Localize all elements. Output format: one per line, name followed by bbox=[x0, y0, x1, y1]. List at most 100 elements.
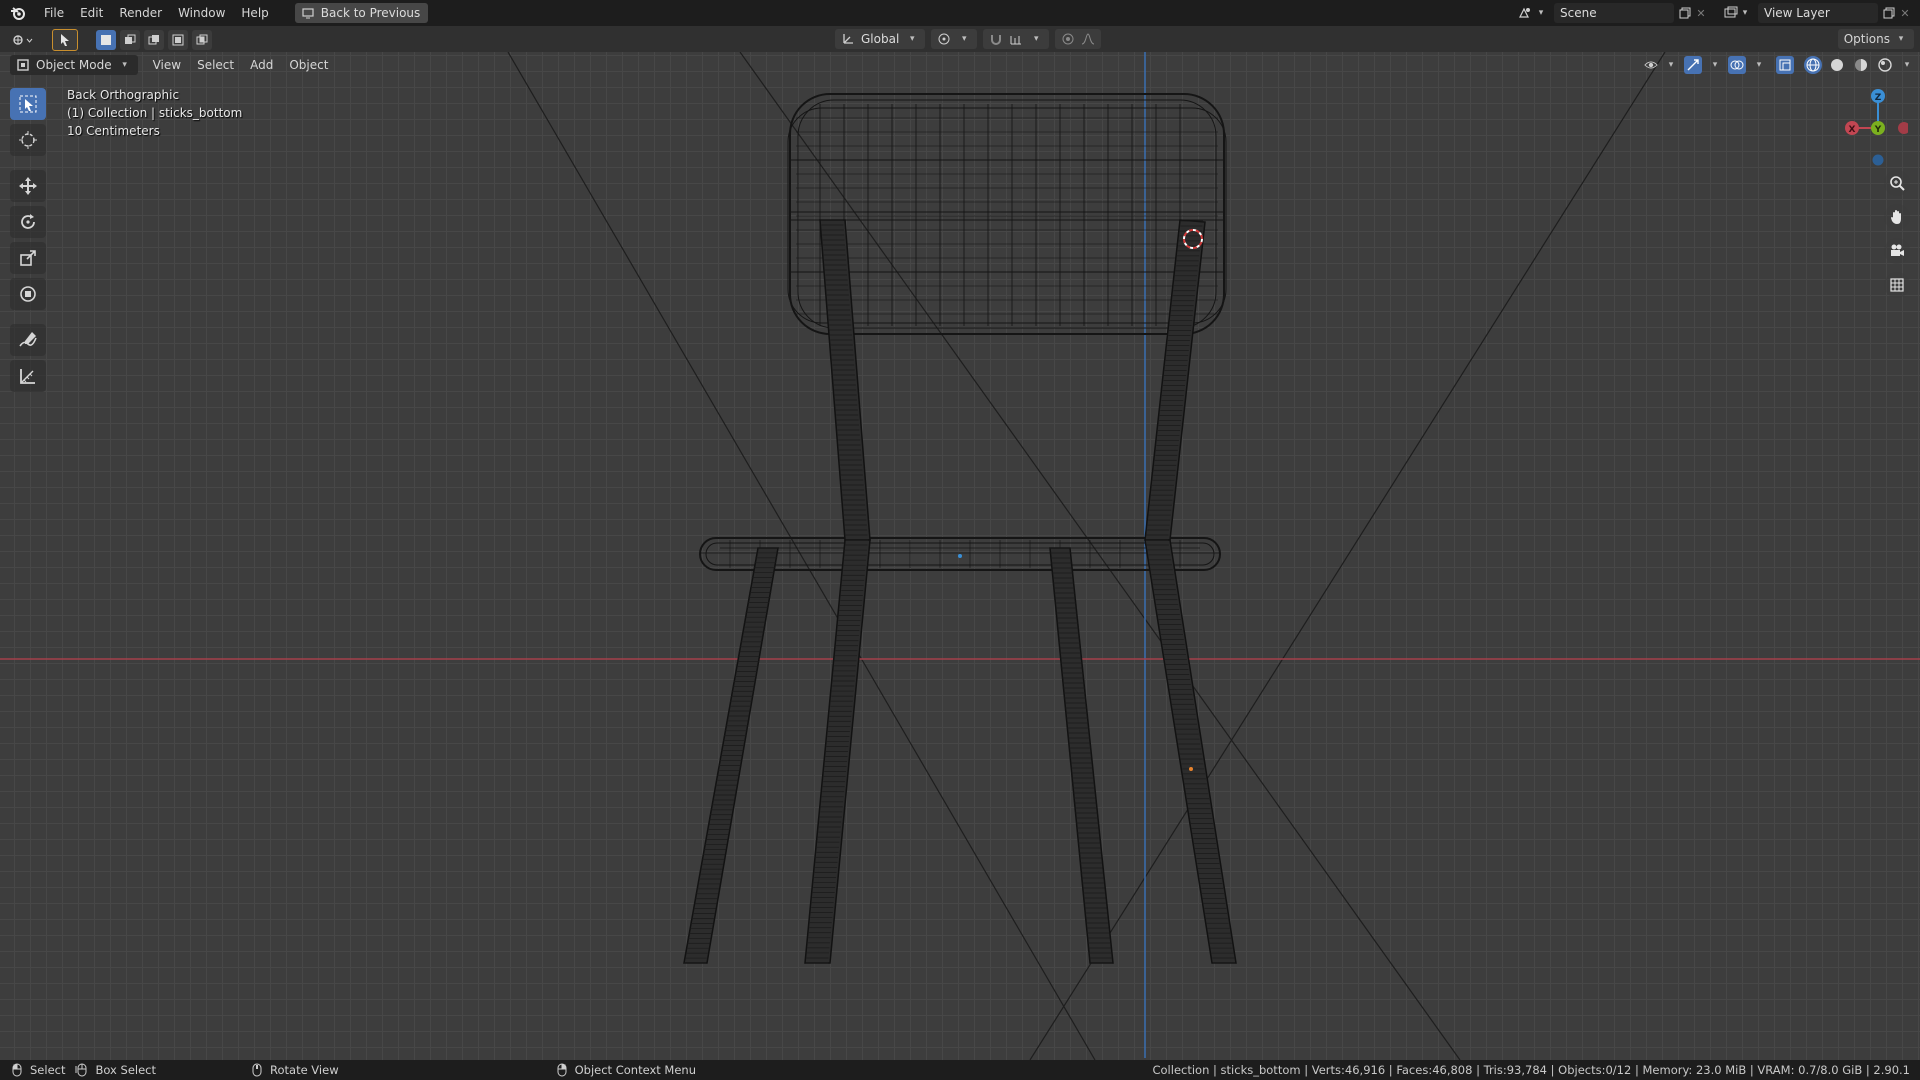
status-select-label: Select bbox=[30, 1063, 66, 1077]
xray-toggle-icon[interactable] bbox=[1776, 56, 1794, 74]
transform-orientation-value: Global bbox=[861, 32, 900, 46]
viewport-shading-tools: ▾ ▾ ▾ ▾ bbox=[1644, 55, 1914, 75]
transform-orientation-dropdown[interactable]: Global ▾ bbox=[835, 29, 926, 49]
chevron-down-icon[interactable]: ▾ bbox=[1900, 58, 1914, 72]
viewport-menu-view[interactable]: View bbox=[146, 55, 188, 75]
top-menubar: File Edit Render Window Help Back to Pre… bbox=[0, 0, 1920, 26]
annotate-tool-button[interactable] bbox=[10, 324, 46, 356]
zoom-icon[interactable] bbox=[1884, 170, 1910, 196]
mode-invert-selection-button[interactable] bbox=[168, 30, 188, 50]
scene-selector-group: ▾ Scene ✕ ▾ View Layer ✕ bbox=[1518, 0, 1920, 26]
select-tool-button[interactable] bbox=[52, 29, 78, 51]
new-view-layer-icon[interactable] bbox=[1882, 6, 1896, 20]
scene-wireframe bbox=[0, 52, 1920, 1060]
scene-icon[interactable] bbox=[1518, 6, 1532, 20]
scale-tool-button[interactable] bbox=[10, 242, 46, 274]
viewport-header: Object Mode ▾ View Select Add Object bbox=[10, 55, 335, 75]
object-mode-icon bbox=[16, 58, 30, 72]
viewport-menu-object[interactable]: Object bbox=[282, 55, 335, 75]
mouse-right-icon bbox=[555, 1063, 569, 1077]
menu-edit[interactable]: Edit bbox=[72, 2, 111, 24]
proportional-editing-dropdown[interactable] bbox=[1055, 29, 1102, 49]
menu-window[interactable]: Window bbox=[170, 2, 233, 24]
magnet-icon bbox=[989, 32, 1003, 46]
rotate-tool-button[interactable] bbox=[10, 206, 46, 238]
snap-dropdown[interactable]: ▾ bbox=[983, 29, 1050, 49]
mode-extend-selection-button[interactable] bbox=[120, 30, 140, 50]
tool-settings-header: Global ▾ ▾ ▾ Options ▾ bbox=[0, 26, 1920, 52]
select-box-tool-button[interactable] bbox=[10, 88, 46, 120]
chevron-down-icon: ▾ bbox=[1898, 34, 1904, 44]
camera-view-icon[interactable] bbox=[1884, 238, 1910, 264]
viewport-menu-add[interactable]: Add bbox=[243, 55, 280, 75]
left-toolbar bbox=[10, 88, 46, 392]
chair-legs bbox=[683, 219, 1237, 964]
status-box-select: Box Select bbox=[75, 1063, 156, 1077]
mode-subtract-selection-button[interactable] bbox=[144, 30, 164, 50]
snap-increment-icon bbox=[1009, 32, 1023, 46]
transform-orientation-icon bbox=[841, 32, 855, 46]
status-box-select-label: Box Select bbox=[95, 1063, 156, 1077]
wireframe-shading-icon[interactable] bbox=[1804, 56, 1822, 74]
scene-name: Scene bbox=[1560, 6, 1597, 20]
chevron-down-icon[interactable]: ▾ bbox=[1708, 58, 1722, 72]
scene-statistics: Collection | sticks_bottom | Verts:46,91… bbox=[1152, 1063, 1910, 1077]
menu-render[interactable]: Render bbox=[111, 2, 170, 24]
solid-shading-icon[interactable] bbox=[1828, 56, 1846, 74]
status-bar: Select Box Select Rotate View Object Con… bbox=[0, 1060, 1920, 1080]
pivot-point-icon bbox=[937, 32, 951, 46]
viewport-navigation-tools bbox=[1884, 170, 1910, 298]
cursor-tool-button[interactable] bbox=[10, 124, 46, 156]
3d-viewport[interactable] bbox=[0, 52, 1920, 1060]
chair-backrest bbox=[787, 93, 1227, 335]
editor-type-button[interactable] bbox=[8, 30, 38, 50]
options-dropdown[interactable]: Options ▾ bbox=[1837, 29, 1914, 49]
back-to-previous-label: Back to Previous bbox=[320, 6, 421, 20]
chevron-down-icon[interactable]: ▾ bbox=[1752, 58, 1766, 72]
view-layer-field[interactable]: View Layer bbox=[1758, 3, 1878, 23]
menu-file[interactable]: File bbox=[36, 2, 72, 24]
object-origin-dot bbox=[958, 554, 962, 558]
viewport-menu-select[interactable]: Select bbox=[190, 55, 241, 75]
status-rotate-view-label: Rotate View bbox=[270, 1063, 339, 1077]
chevron-down-icon: ▾ bbox=[962, 34, 967, 44]
perspective-ortho-grid-icon[interactable] bbox=[1884, 272, 1910, 298]
status-context-menu: Object Context Menu bbox=[555, 1063, 696, 1077]
material-preview-icon[interactable] bbox=[1852, 56, 1870, 74]
chevron-down-icon[interactable]: ▾ bbox=[1534, 6, 1548, 20]
close-icon[interactable]: ✕ bbox=[1694, 6, 1708, 20]
transform-tool-button[interactable] bbox=[10, 278, 46, 310]
chevron-down-icon[interactable]: ▾ bbox=[1738, 6, 1752, 20]
gizmo-toggle-icon[interactable] bbox=[1684, 56, 1702, 74]
options-label: Options bbox=[1843, 32, 1890, 46]
mode-intersect-selection-button[interactable] bbox=[192, 30, 212, 50]
mode-new-selection-button[interactable] bbox=[96, 30, 116, 50]
pivot-point-dropdown[interactable]: ▾ bbox=[931, 29, 978, 49]
back-to-previous-button[interactable]: Back to Previous bbox=[294, 3, 429, 23]
measure-tool-button[interactable] bbox=[10, 360, 46, 392]
scene-name-field[interactable]: Scene bbox=[1554, 3, 1674, 23]
gizmo-y-label: Y bbox=[1874, 125, 1882, 135]
gizmo-neg-z-axis[interactable] bbox=[1872, 154, 1884, 166]
chevron-down-icon: ▾ bbox=[1034, 34, 1039, 44]
view-layer-icon[interactable] bbox=[1724, 6, 1738, 20]
close-icon[interactable]: ✕ bbox=[1898, 6, 1912, 20]
view-layer-name: View Layer bbox=[1764, 6, 1830, 20]
visibility-icon[interactable] bbox=[1644, 58, 1658, 72]
gizmo-neg-x-axis[interactable] bbox=[1898, 122, 1910, 134]
new-scene-icon[interactable] bbox=[1678, 6, 1692, 20]
proportional-editing-icon bbox=[1061, 32, 1075, 46]
overlays-icon[interactable] bbox=[1728, 56, 1746, 74]
gizmo-x-label: X bbox=[1849, 125, 1856, 135]
viewport-info-overlay: Back Orthographic (1) Collection | stick… bbox=[67, 86, 242, 140]
blender-logo-icon[interactable] bbox=[10, 5, 26, 21]
rendered-shading-icon[interactable] bbox=[1876, 56, 1894, 74]
screen-icon bbox=[301, 6, 315, 20]
pan-hand-icon[interactable] bbox=[1884, 204, 1910, 230]
move-tool-button[interactable] bbox=[10, 170, 46, 202]
chevron-down-icon[interactable]: ▾ bbox=[1664, 58, 1678, 72]
status-select: Select bbox=[10, 1063, 65, 1077]
navigation-gizmo[interactable]: Z Y X bbox=[1838, 88, 1910, 178]
object-mode-dropdown[interactable]: Object Mode ▾ bbox=[10, 55, 138, 75]
menu-help[interactable]: Help bbox=[233, 2, 276, 24]
